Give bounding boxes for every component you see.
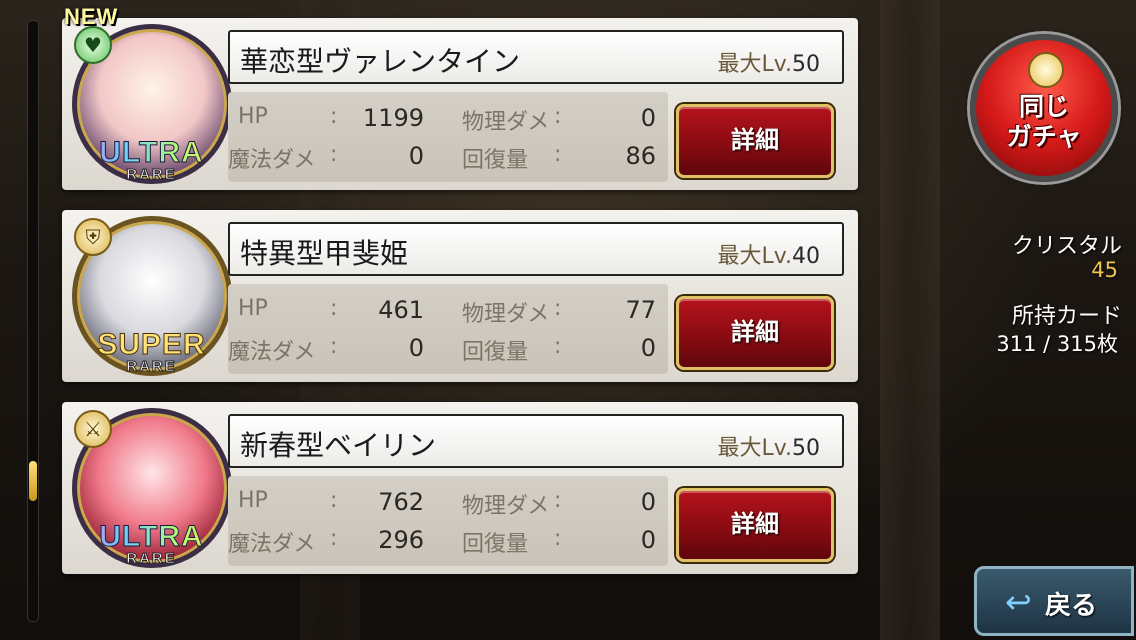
card-row: ♥ NEW ULTRA RARE 華恋型ヴァレンタイン 最大Lv.50 HP :…	[62, 4, 858, 190]
max-level-value: 50	[792, 52, 820, 77]
max-level-label: 最大Lv.	[717, 436, 792, 461]
phys-value: 0	[640, 104, 656, 132]
stats-box: HP : 1199 物理ダメ : 0 魔法ダメ : 0 回復量 : 86	[228, 92, 668, 182]
magic-label: 魔法ダメ	[228, 340, 316, 365]
magic-value: 296	[378, 526, 424, 554]
max-level-value: 40	[792, 244, 820, 269]
magic-colon: :	[330, 142, 338, 167]
heal-label: 回復量	[462, 148, 529, 173]
heal-colon: :	[554, 334, 562, 359]
background-pillar-left	[880, 0, 940, 640]
magic-value: 0	[408, 142, 424, 170]
max-level-label: 最大Lv.	[717, 244, 792, 269]
card-name: 特異型甲斐姫	[240, 237, 409, 270]
stats-box: HP : 762 物理ダメ : 0 魔法ダメ : 296 回復量 : 0	[228, 476, 668, 566]
crossed-swords-icon: ⚔	[74, 410, 112, 448]
max-level-label: 最大Lv.	[717, 52, 792, 77]
card-row: ⚔ ULTRA RARE 新春型ベイリン 最大Lv.50 HP : 762 物理…	[62, 402, 858, 574]
gacha-label-line2: ガチャ	[1006, 122, 1082, 151]
card-name-bar: 特異型甲斐姫 最大Lv.40	[228, 222, 844, 276]
hp-label: HP	[238, 488, 268, 513]
rarity-label: ULTRA	[64, 521, 239, 552]
crystal-value: 45	[1091, 258, 1118, 282]
phys-colon: :	[554, 488, 562, 513]
phys-label: 物理ダメ	[462, 494, 550, 519]
hp-label: HP	[238, 104, 268, 129]
crystal-label: クリスタル	[1011, 234, 1122, 259]
owned-cards-value: 311 / 315枚	[996, 332, 1118, 356]
detail-button[interactable]: 詳細	[676, 488, 834, 562]
phys-value: 77	[625, 296, 656, 324]
heal-label: 回復量	[462, 532, 529, 557]
heal-colon: :	[554, 142, 562, 167]
shield-icon: ⛨	[74, 218, 112, 256]
rarity-label: SUPER	[97, 328, 206, 361]
hp-label: HP	[238, 296, 268, 321]
hp-value: 1199	[362, 104, 424, 132]
magic-colon: :	[330, 334, 338, 359]
heal-colon: :	[554, 526, 562, 551]
phys-colon: :	[554, 104, 562, 129]
new-badge: NEW	[64, 4, 119, 29]
card-name: 華恋型ヴァレンタイン	[240, 45, 521, 78]
max-level-value: 50	[792, 436, 820, 461]
hp-value: 762	[378, 488, 424, 516]
card-name-bar: 新春型ベイリン 最大Lv.50	[228, 414, 844, 468]
phys-value: 0	[640, 488, 656, 516]
detail-button[interactable]: 詳細	[676, 104, 834, 178]
magic-value: 0	[408, 334, 424, 362]
heal-label: 回復量	[462, 340, 529, 365]
hp-colon: :	[330, 104, 338, 129]
gacha-lamp-icon	[1028, 52, 1064, 88]
phys-label: 物理ダメ	[462, 302, 550, 327]
heal-value: 0	[640, 526, 656, 554]
scroll-thumb[interactable]	[29, 461, 37, 501]
rarity-sub-label: RARE	[126, 166, 177, 184]
max-level: 最大Lv.50	[717, 430, 820, 462]
heal-value: 0	[640, 334, 656, 362]
magic-colon: :	[330, 526, 338, 551]
magic-label: 魔法ダメ	[228, 532, 316, 557]
rarity-sub-label: RARE	[126, 550, 177, 568]
hp-colon: :	[330, 296, 338, 321]
return-arrow-icon: ↩	[1005, 583, 1032, 621]
card-row: ⛨ SUPER RARE 特異型甲斐姫 最大Lv.40 HP : 461 物理ダ…	[62, 210, 858, 382]
hp-value: 461	[378, 296, 424, 324]
same-gacha-button[interactable]: 同じ ガチャ	[970, 34, 1118, 182]
max-level: 最大Lv.40	[717, 238, 820, 270]
detail-button[interactable]: 詳細	[676, 296, 834, 370]
rarity-label: ULTRA	[64, 137, 239, 168]
hp-colon: :	[330, 488, 338, 513]
scrollbar[interactable]	[27, 20, 39, 622]
phys-colon: :	[554, 296, 562, 321]
gacha-label-line1: 同じ	[1018, 92, 1069, 121]
rarity-sub-label: RARE	[126, 358, 177, 376]
gacha-label: 同じ ガチャ	[976, 92, 1112, 152]
stats-box: HP : 461 物理ダメ : 77 魔法ダメ : 0 回復量 : 0	[228, 284, 668, 374]
max-level: 最大Lv.50	[717, 46, 820, 78]
back-button[interactable]: ↩ 戻る	[974, 566, 1134, 636]
heart-icon: ♥	[74, 26, 112, 64]
phys-label: 物理ダメ	[462, 110, 550, 135]
back-label: 戻る	[1045, 591, 1098, 621]
owned-cards-label: 所持カード	[1011, 304, 1122, 329]
card-name-bar: 華恋型ヴァレンタイン 最大Lv.50	[228, 30, 844, 84]
magic-label: 魔法ダメ	[228, 148, 316, 173]
heal-value: 86	[625, 142, 656, 170]
card-name: 新春型ベイリン	[240, 429, 437, 462]
